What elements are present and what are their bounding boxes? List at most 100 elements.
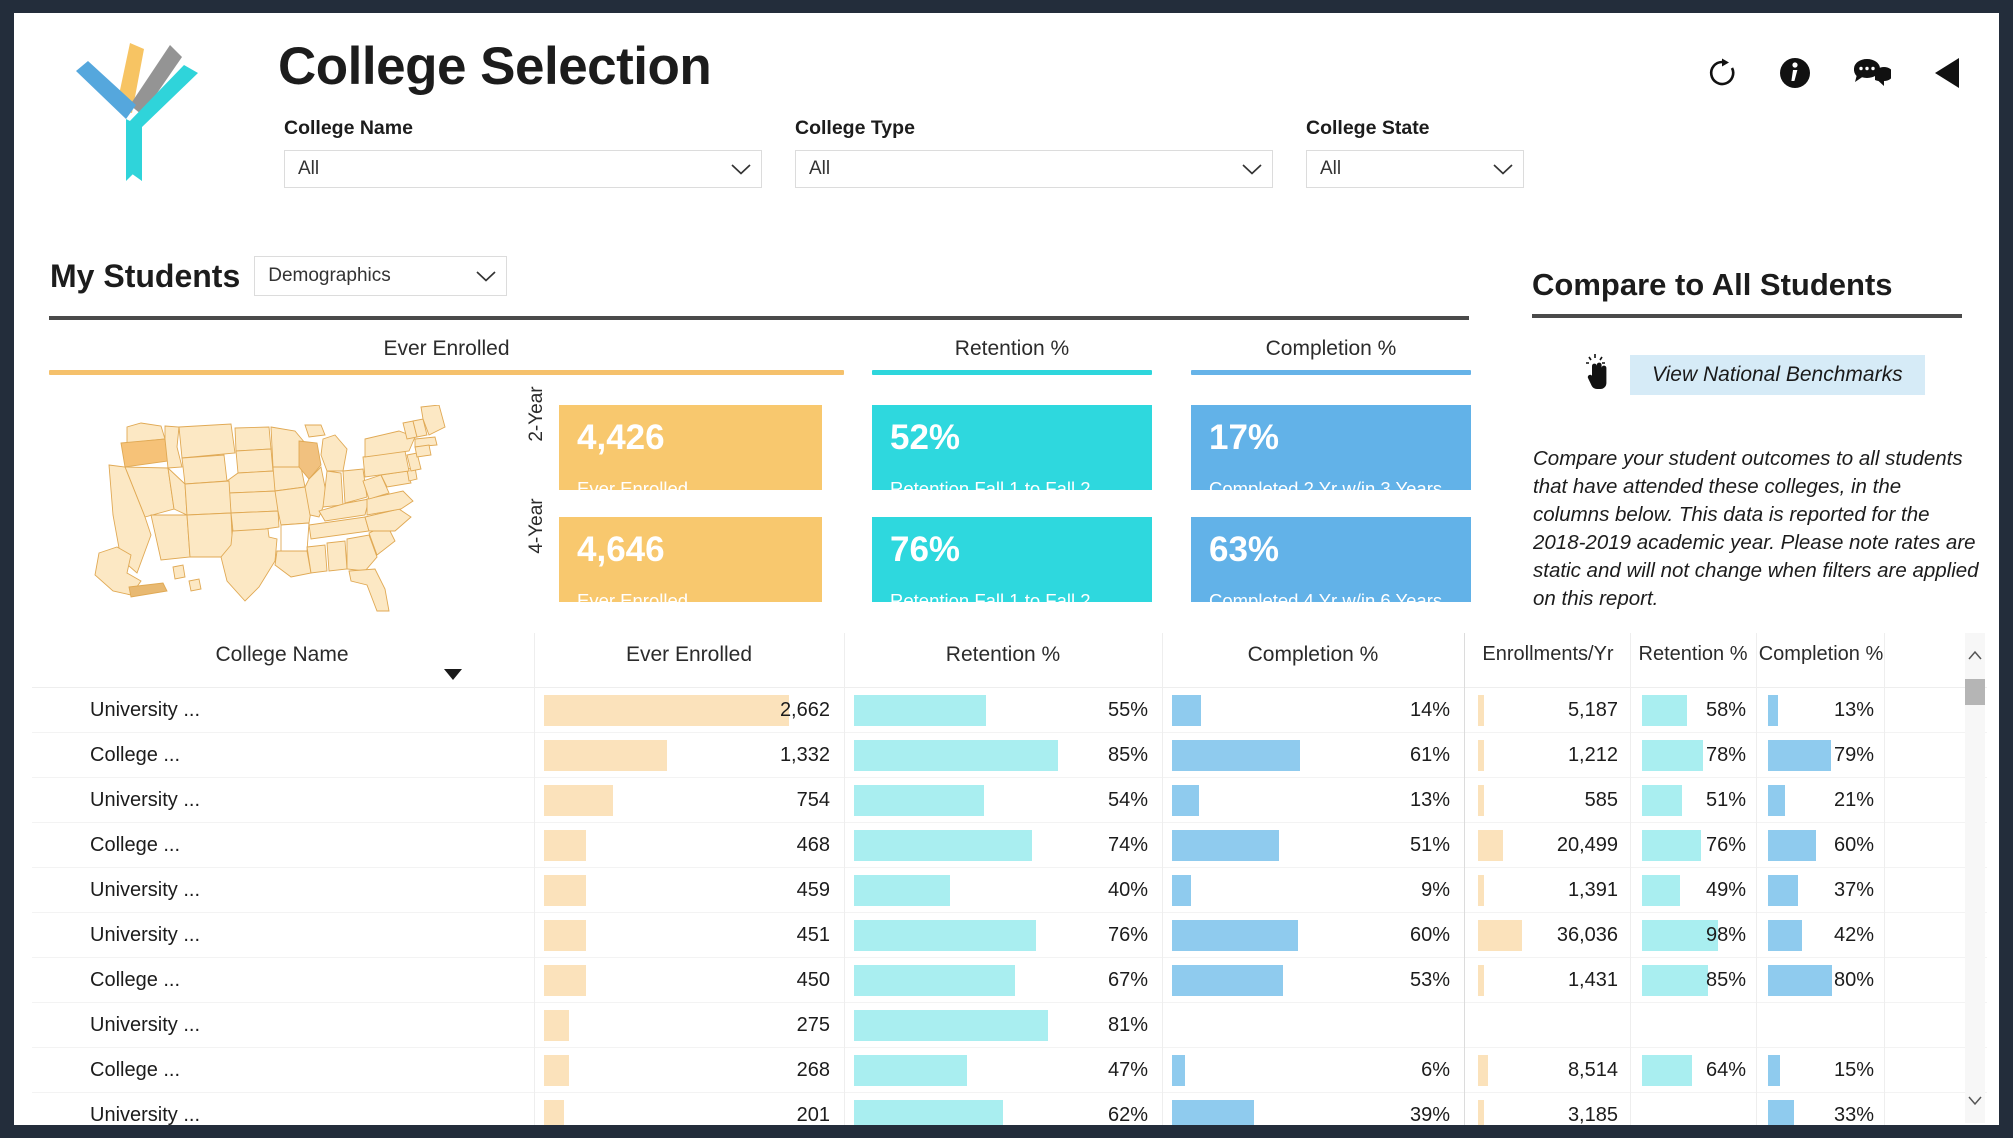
column-divider	[1464, 913, 1465, 958]
cell-national-retention: 85%	[1632, 958, 1756, 1003]
table-scrollbar[interactable]	[1965, 633, 1985, 1123]
kpi-card-completion-2yr[interactable]: 17% Completed 2 Yr w/in 3 Years	[1191, 405, 1471, 499]
column-divider	[1162, 1093, 1163, 1125]
bar-ever-enrolled	[544, 1010, 569, 1041]
college-name-select[interactable]: All	[284, 150, 762, 188]
kpi-label: Completed 2 Yr w/in 3 Years	[1209, 477, 1443, 499]
select-value: Demographics	[268, 265, 391, 286]
column-divider	[844, 1048, 845, 1093]
cell-college-name: University ...	[90, 1104, 201, 1125]
column-divider	[534, 913, 535, 958]
table-row[interactable]: University ... 754 54% 13% 585 51% 21%	[32, 778, 1987, 823]
filter-bar: College Name All College Type All Colleg…	[284, 117, 1524, 188]
page-title: College Selection	[278, 37, 712, 96]
table-row[interactable]: University ... 275 81%	[32, 1003, 1987, 1048]
th-completion[interactable]: Completion %	[1162, 643, 1464, 667]
column-divider	[1630, 913, 1631, 958]
bar-national-completion	[1768, 1100, 1795, 1125]
column-divider	[1756, 913, 1757, 958]
bar-completion	[1172, 1100, 1254, 1125]
info-icon[interactable]	[1779, 57, 1811, 89]
value-completion: 6%	[1421, 1059, 1450, 1081]
cell-national-completion: 13%	[1758, 688, 1884, 733]
bar-completion	[1172, 1055, 1185, 1086]
table-row[interactable]: College ... 1,332 85% 61% 1,212 78% 79%	[32, 733, 1987, 778]
cell-ever-enrolled: 451	[534, 913, 844, 958]
table-row[interactable]: University ... 459 40% 9% 1,391 49% 37%	[32, 868, 1987, 913]
cell-national-completion: 33%	[1758, 1093, 1884, 1125]
bar-national-completion	[1768, 740, 1832, 771]
cell-national-completion: 80%	[1758, 958, 1884, 1003]
scroll-down-icon[interactable]	[1968, 1095, 1982, 1107]
college-state-select[interactable]: All	[1306, 150, 1524, 188]
kpi-card-ever-enrolled-4yr[interactable]: 4,646 Ever Enrolled	[559, 517, 822, 611]
value-completion: 39%	[1409, 1104, 1450, 1125]
filter-college-name: College Name All	[284, 117, 762, 188]
th-enrollments-yr[interactable]: Enrollments/Yr	[1468, 643, 1628, 666]
scroll-up-icon[interactable]	[1968, 649, 1982, 661]
value-national-completion: 13%	[1833, 699, 1874, 721]
th-retention[interactable]: Retention %	[844, 643, 1162, 667]
kpi-card-completion-4yr[interactable]: 63% Completed 4 Yr w/in 6 Years	[1191, 517, 1471, 611]
cell-college-name: College ...	[90, 1059, 181, 1081]
value-retention: 47%	[1107, 1059, 1148, 1081]
cell-ever-enrolled: 468	[534, 823, 844, 868]
bar-completion	[1172, 740, 1301, 771]
cell-retention: 85%	[844, 733, 1162, 778]
bar-national-completion	[1768, 875, 1798, 906]
college-type-select[interactable]: All	[795, 150, 1273, 188]
scroll-thumb[interactable]	[1965, 679, 1985, 705]
view-national-benchmarks-button[interactable]: View National Benchmarks	[1630, 354, 1925, 395]
table-row[interactable]: University ... 451 76% 60% 36,036 98% 42%	[32, 913, 1987, 958]
kpi-card-ever-enrolled-2yr[interactable]: 4,426 Ever Enrolled	[559, 405, 822, 499]
cell-enrollments-yr: 1,391	[1468, 868, 1630, 913]
th-national-retention[interactable]: Retention %	[1632, 643, 1754, 666]
th-college-name[interactable]: College Name	[92, 643, 472, 667]
th-national-completion[interactable]: Completion %	[1758, 643, 1884, 666]
select-value: All	[1320, 158, 1342, 179]
us-map-chart[interactable]	[69, 404, 469, 633]
column-divider	[1162, 733, 1163, 778]
back-arrow-icon[interactable]	[1933, 57, 1963, 89]
column-divider	[1162, 868, 1163, 913]
table-row[interactable]: College ... 468 74% 51% 20,499 76% 60%	[32, 823, 1987, 868]
bar-national-completion	[1768, 965, 1832, 996]
cell-completion: 51%	[1162, 823, 1464, 868]
bar-ever-enrolled	[544, 830, 586, 861]
refresh-icon[interactable]	[1707, 58, 1737, 88]
value-enrollments-yr: 1,431	[1567, 969, 1618, 991]
table-row[interactable]: College ... 268 47% 6% 8,514 64% 15%	[32, 1048, 1987, 1093]
column-divider	[1884, 823, 1885, 868]
value-retention: 81%	[1107, 1014, 1148, 1036]
value-national-retention: 85%	[1705, 969, 1746, 991]
cell-college-name: University ...	[90, 699, 201, 721]
value-completion: 53%	[1409, 969, 1450, 991]
th-ever-enrolled[interactable]: Ever Enrolled	[534, 643, 844, 667]
column-divider	[1162, 913, 1163, 958]
table-row[interactable]: University ... 201 62% 39% 3,185 33%	[32, 1093, 1987, 1125]
kpi-card-retention-2yr[interactable]: 52% Retention Fall 1 to Fall 2	[872, 405, 1152, 499]
table-row[interactable]: University ... 2,662 55% 14% 5,187 58% 13%	[32, 688, 1987, 733]
bar-national-retention	[1642, 1055, 1692, 1086]
cell-college-name: University ...	[90, 1014, 201, 1036]
kpi-card-retention-4yr[interactable]: 76% Retention Fall 1 to Fall 2	[872, 517, 1152, 611]
comments-icon[interactable]	[1853, 58, 1891, 88]
table-header-row: College Name Ever Enrolled Retention % C…	[32, 633, 1987, 688]
value-national-completion: 42%	[1833, 924, 1874, 946]
cell-national-retention: 78%	[1632, 733, 1756, 778]
kpi-underline-retention	[872, 370, 1152, 375]
value-ever-enrolled: 468	[796, 834, 830, 856]
table-row[interactable]: College ... 450 67% 53% 1,431 85% 80%	[32, 958, 1987, 1003]
cell-ever-enrolled: 754	[534, 778, 844, 823]
header-icon-group	[1707, 57, 1963, 89]
column-divider	[1630, 1048, 1631, 1093]
value-national-retention: 78%	[1705, 744, 1746, 766]
bar-enrollments-yr	[1478, 1055, 1489, 1086]
value-completion: 51%	[1409, 834, 1450, 856]
bar-enrollments-yr	[1478, 920, 1522, 951]
demographics-select[interactable]: Demographics	[254, 256, 508, 296]
brand-logo-icon	[58, 31, 218, 181]
cell-completion: 39%	[1162, 1093, 1464, 1125]
cell-enrollments-yr: 20,499	[1468, 823, 1630, 868]
sort-descending-icon[interactable]	[444, 669, 462, 680]
